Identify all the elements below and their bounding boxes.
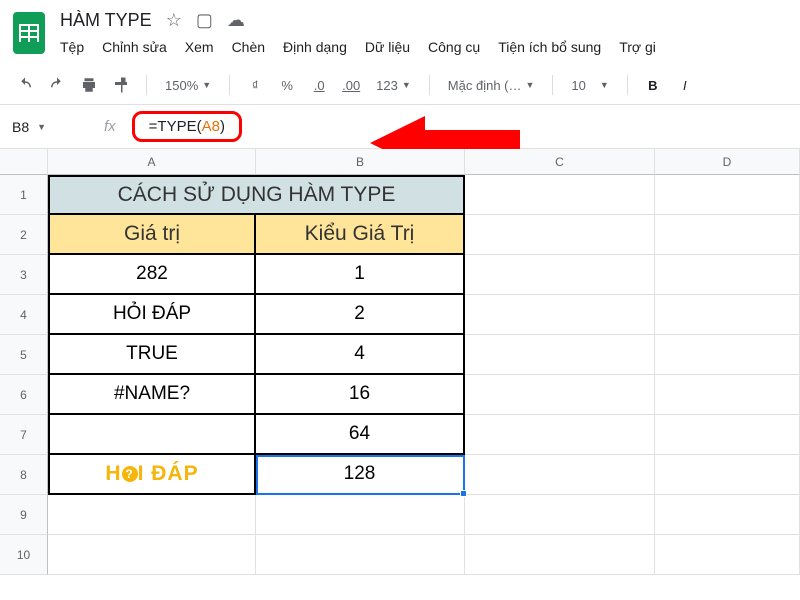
format-currency[interactable]: ₫: [244, 74, 266, 96]
col-header-a[interactable]: A: [48, 149, 256, 175]
row-header[interactable]: 4: [0, 295, 48, 335]
formula-input[interactable]: =TYPE(A8): [132, 111, 242, 142]
redo-icon[interactable]: [46, 74, 68, 96]
cell[interactable]: [465, 335, 655, 375]
cell[interactable]: [655, 215, 800, 255]
cell[interactable]: [655, 495, 800, 535]
sheets-logo[interactable]: [10, 8, 48, 58]
cell[interactable]: [655, 175, 800, 215]
paint-format-icon[interactable]: [110, 74, 132, 96]
cell[interactable]: [465, 495, 655, 535]
menu-help[interactable]: Trợ gi: [619, 39, 656, 55]
row-header[interactable]: 5: [0, 335, 48, 375]
cell[interactable]: [48, 495, 256, 535]
cell-b2[interactable]: Kiểu Giá Trị: [256, 215, 465, 255]
font-dropdown[interactable]: Mặc định (…▼: [444, 78, 539, 93]
cell-b7[interactable]: 64: [256, 415, 465, 455]
cell[interactable]: [465, 255, 655, 295]
cell[interactable]: [465, 535, 655, 575]
bold-button[interactable]: B: [642, 74, 664, 96]
cell-a3[interactable]: 282: [48, 255, 256, 295]
font-size-dropdown[interactable]: 10▼: [567, 78, 612, 93]
menu-format[interactable]: Định dạng: [283, 39, 347, 55]
cell-a4[interactable]: HỎI ĐÁP: [48, 295, 256, 335]
col-header-b[interactable]: B: [256, 149, 465, 175]
cell[interactable]: [465, 175, 655, 215]
cloud-status-icon[interactable]: ☁: [227, 10, 245, 31]
cell-b5[interactable]: 4: [256, 335, 465, 375]
row-header[interactable]: 2: [0, 215, 48, 255]
spreadsheet-grid[interactable]: A B C D 1 CÁCH SỬ DỤNG HÀM TYPE 2 Giá tr…: [0, 149, 800, 575]
cell[interactable]: [465, 295, 655, 335]
cell[interactable]: [655, 455, 800, 495]
cell-a8[interactable]: H?I ĐÁP: [48, 455, 256, 495]
menu-addons[interactable]: Tiện ích bổ sung: [498, 39, 601, 55]
cell[interactable]: [465, 375, 655, 415]
menu-view[interactable]: Xem: [185, 39, 214, 55]
decrease-decimal[interactable]: .0: [308, 74, 330, 96]
toolbar: 150%▼ ₫ % .0 .00 123▼ Mặc định (…▼ 10▼ B…: [0, 66, 800, 105]
col-header-c[interactable]: C: [465, 149, 655, 175]
format-percent[interactable]: %: [276, 74, 298, 96]
name-box[interactable]: B8 ▼: [12, 119, 82, 135]
number-format-dropdown[interactable]: 123▼: [372, 78, 415, 93]
menu-tools[interactable]: Công cụ: [428, 39, 480, 55]
menu-insert[interactable]: Chèn: [232, 39, 265, 55]
row-header[interactable]: 7: [0, 415, 48, 455]
cell[interactable]: [465, 455, 655, 495]
cell[interactable]: [655, 335, 800, 375]
col-header-d[interactable]: D: [655, 149, 800, 175]
cell[interactable]: [655, 375, 800, 415]
cell[interactable]: [655, 415, 800, 455]
select-all-corner[interactable]: [0, 149, 48, 175]
row-header[interactable]: 1: [0, 175, 48, 215]
italic-button[interactable]: I: [674, 74, 696, 96]
move-icon[interactable]: ▢: [196, 10, 213, 31]
cell-b6[interactable]: 16: [256, 375, 465, 415]
cell[interactable]: [48, 535, 256, 575]
selection-handle[interactable]: [460, 490, 467, 497]
row-header[interactable]: 10: [0, 535, 48, 575]
cell[interactable]: [655, 535, 800, 575]
row-header[interactable]: 8: [0, 455, 48, 495]
cell[interactable]: [256, 535, 465, 575]
row-header[interactable]: 3: [0, 255, 48, 295]
cell[interactable]: [256, 495, 465, 535]
zoom-dropdown[interactable]: 150%▼: [161, 78, 215, 93]
cell[interactable]: [655, 295, 800, 335]
increase-decimal[interactable]: .00: [340, 74, 362, 96]
row-header[interactable]: 9: [0, 495, 48, 535]
cell-a2[interactable]: Giá trị: [48, 215, 256, 255]
cell[interactable]: [465, 215, 655, 255]
fx-icon: fx: [104, 118, 116, 135]
cell-b4[interactable]: 2: [256, 295, 465, 335]
cell-a1b1-title[interactable]: CÁCH SỬ DỤNG HÀM TYPE: [48, 175, 465, 215]
cell[interactable]: [465, 415, 655, 455]
menu-data[interactable]: Dữ liệu: [365, 39, 410, 55]
star-icon[interactable]: ☆: [166, 10, 182, 31]
cell-b3[interactable]: 1: [256, 255, 465, 295]
menu-bar: Tệp Chỉnh sửa Xem Chèn Định dạng Dữ liệu…: [60, 39, 656, 55]
cell-a5[interactable]: TRUE: [48, 335, 256, 375]
menu-edit[interactable]: Chỉnh sửa: [102, 39, 167, 55]
cell[interactable]: [655, 255, 800, 295]
menu-file[interactable]: Tệp: [60, 39, 84, 55]
cell-a7[interactable]: [48, 415, 256, 455]
print-icon[interactable]: [78, 74, 100, 96]
cell-b8[interactable]: 128: [256, 455, 465, 495]
doc-title[interactable]: HÀM TYPE: [60, 10, 152, 31]
undo-icon[interactable]: [14, 74, 36, 96]
formula-bar: B8 ▼ fx =TYPE(A8): [0, 105, 800, 149]
cell-a6[interactable]: #NAME?: [48, 375, 256, 415]
row-header[interactable]: 6: [0, 375, 48, 415]
